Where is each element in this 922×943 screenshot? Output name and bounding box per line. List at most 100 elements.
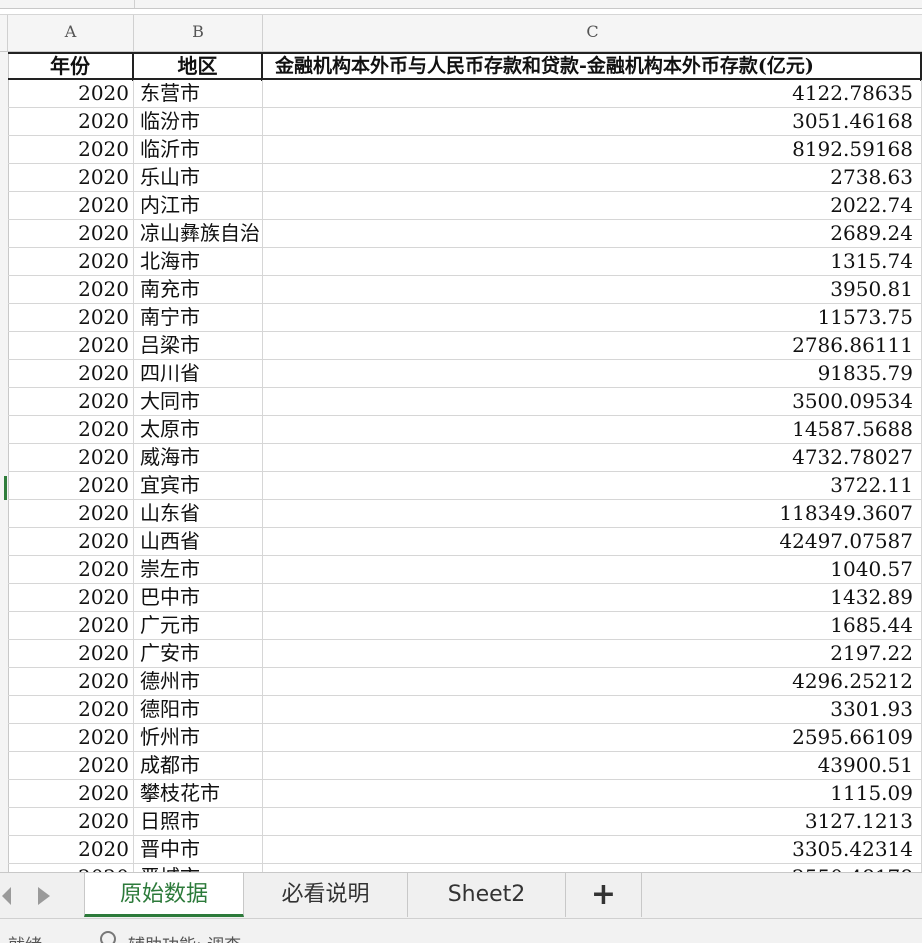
cell-value[interactable]: 91835.79 <box>263 360 922 387</box>
cell-value[interactable]: 3051.46168 <box>263 108 922 135</box>
cell-region[interactable]: 忻州市 <box>134 724 263 751</box>
cell-year[interactable]: 2020 <box>8 388 134 415</box>
column-header-a[interactable]: A <box>8 15 134 51</box>
cell-region[interactable]: 四川省 <box>134 360 263 387</box>
cell-region[interactable]: 崇左市 <box>134 556 263 583</box>
column-header-c[interactable]: C <box>263 15 922 51</box>
cell-year[interactable]: 2020 <box>8 332 134 359</box>
cell-year[interactable]: 2020 <box>8 192 134 219</box>
cell-value[interactable]: 8192.59168 <box>263 136 922 163</box>
add-sheet-button[interactable]: + <box>566 873 642 917</box>
cell-region[interactable]: 南宁市 <box>134 304 263 331</box>
cell-value[interactable]: 2738.63 <box>263 164 922 191</box>
cell-region[interactable]: 山东省 <box>134 500 263 527</box>
cell-year[interactable]: 2020 <box>8 164 134 191</box>
header-cell-year[interactable]: 年份 <box>8 54 134 81</box>
cell-value[interactable]: 3305.42314 <box>263 836 922 863</box>
cell-value[interactable]: 3722.11 <box>263 472 922 499</box>
cell-value[interactable]: 43900.51 <box>263 752 922 779</box>
cell-year[interactable]: 2020 <box>8 444 134 471</box>
cell-value[interactable]: 2689.24 <box>263 220 922 247</box>
cell-year[interactable]: 2020 <box>8 136 134 163</box>
cell-year[interactable]: 2020 <box>8 80 134 107</box>
cell-year[interactable]: 2020 <box>8 276 134 303</box>
cell-value[interactable]: 1432.89 <box>263 584 922 611</box>
select-all-corner[interactable] <box>0 15 8 51</box>
cell-region[interactable]: 德阳市 <box>134 696 263 723</box>
cell-value[interactable]: 4732.78027 <box>263 444 922 471</box>
cell-region[interactable]: 威海市 <box>134 444 263 471</box>
cell-region[interactable]: 广安市 <box>134 640 263 667</box>
cell-year[interactable]: 2020 <box>8 752 134 779</box>
cell-value[interactable]: 4122.78635 <box>263 80 922 107</box>
cell-value[interactable]: 14587.5688 <box>263 416 922 443</box>
cell-value[interactable]: 3500.09534 <box>263 388 922 415</box>
cell-value[interactable]: 2022.74 <box>263 192 922 219</box>
cell-year[interactable]: 2020 <box>8 556 134 583</box>
cell-year[interactable]: 2020 <box>8 528 134 555</box>
cell-region[interactable]: 凉山彝族自治 <box>134 220 263 247</box>
cell-year[interactable]: 2020 <box>8 612 134 639</box>
cell-region[interactable]: 晋城市 <box>134 864 263 872</box>
cell-value[interactable]: 2595.66109 <box>263 724 922 751</box>
cell-year[interactable]: 2020 <box>8 248 134 275</box>
header-cell-region[interactable]: 地区 <box>134 54 263 81</box>
tab-raw-data[interactable]: 原始数据 <box>84 873 244 917</box>
column-header-b[interactable]: B <box>134 15 263 51</box>
tab-sheet2[interactable]: Sheet2 <box>408 873 566 917</box>
cell-value[interactable]: 2197.22 <box>263 640 922 667</box>
cell-year[interactable]: 2020 <box>8 472 134 499</box>
cell-year[interactable]: 2020 <box>8 696 134 723</box>
accessibility-gear-icon[interactable] <box>100 931 116 943</box>
tab-instructions[interactable]: 必看说明 <box>244 873 408 917</box>
cell-value[interactable]: 2786.86111 <box>263 332 922 359</box>
cell-year[interactable]: 2020 <box>8 220 134 247</box>
cell-value[interactable]: 3301.93 <box>263 696 922 723</box>
cell-region[interactable]: 乐山市 <box>134 164 263 191</box>
cell-value[interactable]: 11573.75 <box>263 304 922 331</box>
cell-region[interactable]: 晋中市 <box>134 836 263 863</box>
cell-region[interactable]: 成都市 <box>134 752 263 779</box>
cell-region[interactable]: 北海市 <box>134 248 263 275</box>
scroll-tabs-left-icon[interactable] <box>2 887 11 905</box>
cell-year[interactable]: 2020 <box>8 304 134 331</box>
cell-year[interactable]: 2020 <box>8 584 134 611</box>
cell-region[interactable]: 广元市 <box>134 612 263 639</box>
cell-region[interactable]: 内江市 <box>134 192 263 219</box>
cell-region[interactable]: 日照市 <box>134 808 263 835</box>
cell-value[interactable]: 2550.48178 <box>263 864 922 872</box>
cell-year[interactable]: 2020 <box>8 640 134 667</box>
cell-year[interactable]: 2020 <box>8 864 134 872</box>
cell-value[interactable]: 3127.1213 <box>263 808 922 835</box>
cell-value[interactable]: 4296.25212 <box>263 668 922 695</box>
cell-value[interactable]: 1040.57 <box>263 556 922 583</box>
cell-year[interactable]: 2020 <box>8 780 134 807</box>
cell-region[interactable]: 山西省 <box>134 528 263 555</box>
cell-year[interactable]: 2020 <box>8 668 134 695</box>
cell-year[interactable]: 2020 <box>8 724 134 751</box>
header-cell-metric[interactable]: 金融机构本外币与人民币存款和贷款-金融机构本外币存款(亿元) <box>263 54 922 81</box>
cell-region[interactable]: 攀枝花市 <box>134 780 263 807</box>
cell-value[interactable]: 1685.44 <box>263 612 922 639</box>
cell-year[interactable]: 2020 <box>8 108 134 135</box>
cell-region[interactable]: 德州市 <box>134 668 263 695</box>
cell-region[interactable]: 宜宾市 <box>134 472 263 499</box>
cell-year[interactable]: 2020 <box>8 808 134 835</box>
cell-year[interactable]: 2020 <box>8 836 134 863</box>
spreadsheet-grid[interactable]: 年份 地区 金融机构本外币与人民币存款和贷款-金融机构本外币存款(亿元) 202… <box>8 52 922 872</box>
cell-region[interactable]: 东营市 <box>134 80 263 107</box>
cell-year[interactable]: 2020 <box>8 416 134 443</box>
cell-region[interactable]: 巴中市 <box>134 584 263 611</box>
cell-value[interactable]: 1115.09 <box>263 780 922 807</box>
status-accessibility[interactable]: 辅助功能: 调查 <box>128 931 241 943</box>
cell-value[interactable]: 1315.74 <box>263 248 922 275</box>
cell-value[interactable]: 118349.3607 <box>263 500 922 527</box>
cell-region[interactable]: 吕梁市 <box>134 332 263 359</box>
cell-region[interactable]: 临沂市 <box>134 136 263 163</box>
cell-region[interactable]: 南充市 <box>134 276 263 303</box>
cell-year[interactable]: 2020 <box>8 360 134 387</box>
cell-region[interactable]: 大同市 <box>134 388 263 415</box>
cell-value[interactable]: 42497.07587 <box>263 528 922 555</box>
scroll-tabs-right-icon[interactable] <box>38 887 50 905</box>
cell-value[interactable]: 3950.81 <box>263 276 922 303</box>
